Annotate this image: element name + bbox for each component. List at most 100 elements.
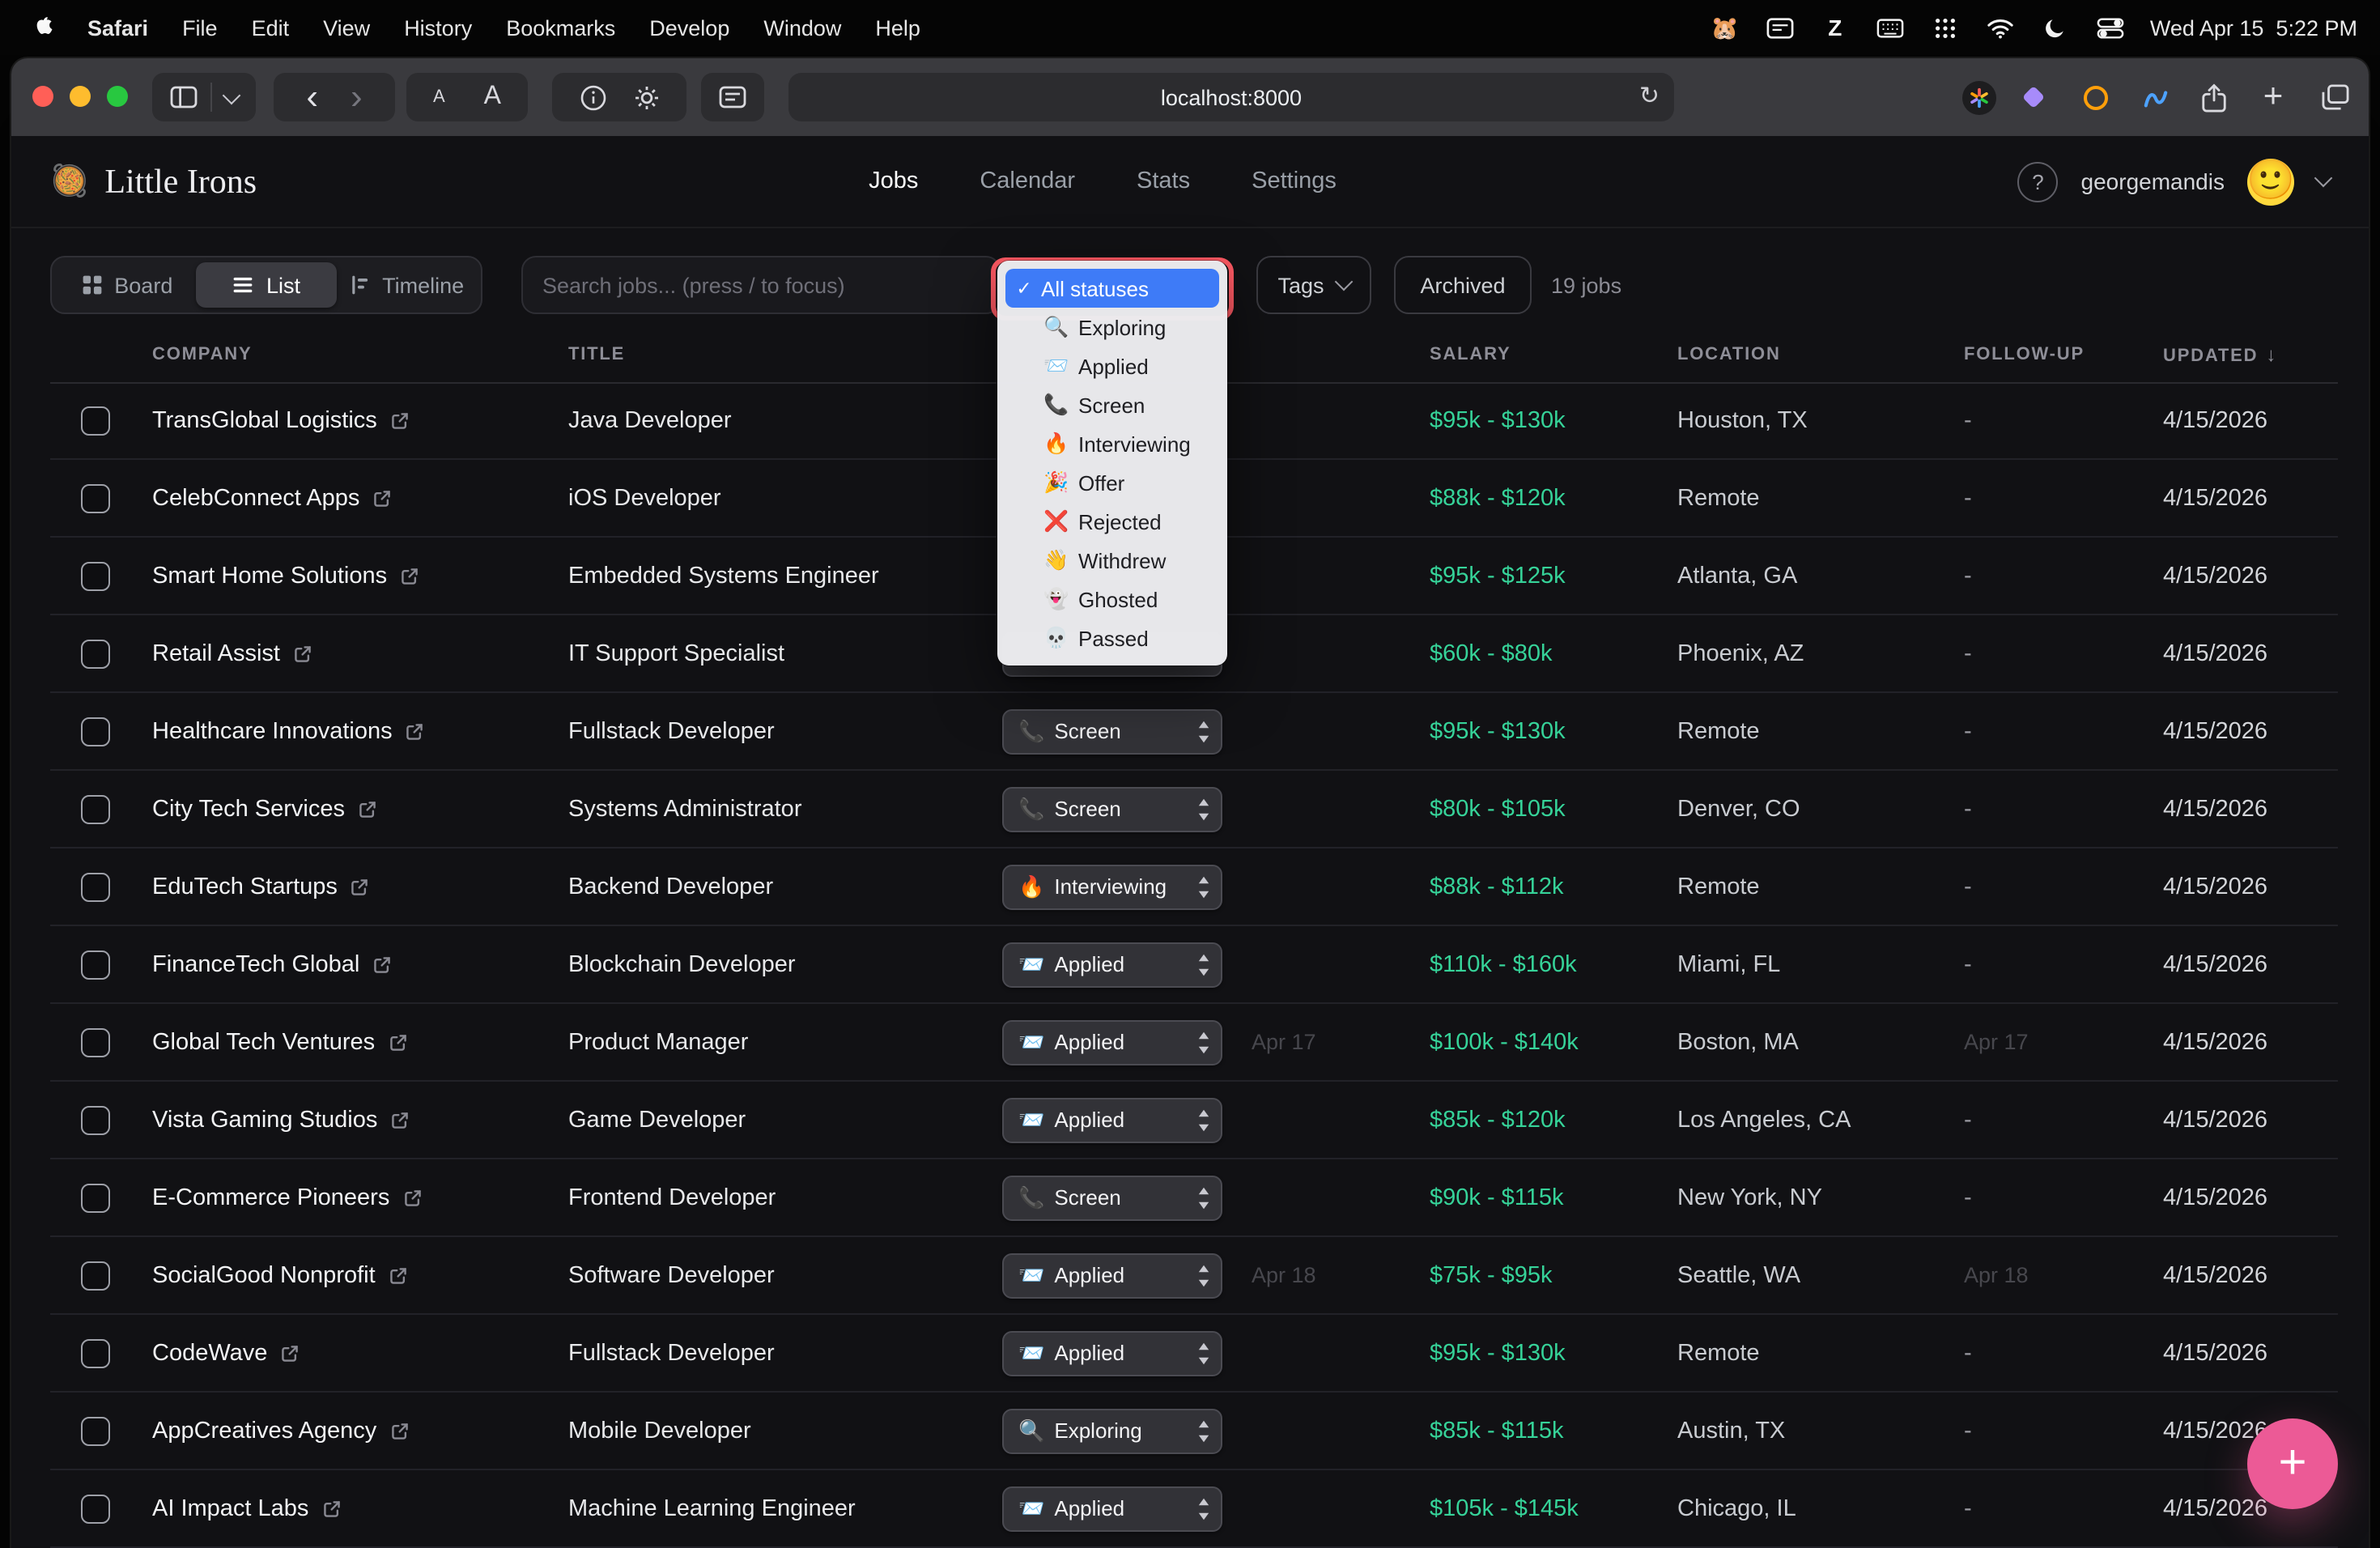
menubar-clock[interactable]: Wed Apr 15 5:22 PM [2150, 15, 2357, 40]
back-button[interactable]: ‹ [290, 79, 334, 115]
row-checkbox[interactable] [81, 639, 110, 668]
external-link-icon[interactable] [321, 1499, 341, 1518]
menubar-item-history[interactable]: History [404, 15, 472, 40]
status-select[interactable]: 📨 Applied [1002, 1486, 1222, 1531]
new-tab-icon[interactable]: + [2254, 78, 2293, 117]
table-row[interactable]: Healthcare Innovations Fullstack Develope… [50, 693, 2338, 771]
settings-gear-icon[interactable] [632, 83, 660, 111]
tags-filter-button[interactable]: Tags [1256, 256, 1371, 314]
focus-moon-icon[interactable] [2040, 13, 2071, 42]
menubar-item-edit[interactable]: Edit [252, 15, 290, 40]
extension-blue-icon[interactable] [2136, 78, 2174, 117]
table-row[interactable]: AI Impact Labs Machine Learning Engineer 📨… [50, 1470, 2338, 1548]
nav-calendar[interactable]: Calendar [980, 168, 1075, 194]
menubar-item-view[interactable]: View [323, 15, 370, 40]
nav-stats[interactable]: Stats [1137, 168, 1190, 194]
larger-text-button[interactable]: A [465, 83, 521, 112]
row-checkbox[interactable] [81, 1494, 110, 1523]
external-link-icon[interactable] [406, 721, 425, 741]
zoom-window-button[interactable] [107, 86, 128, 107]
zoom-menubar-icon[interactable]: Z [1820, 13, 1851, 42]
search-input[interactable]: Search jobs... (press / to focus) [521, 256, 1001, 314]
apple-menu-icon[interactable] [32, 15, 53, 40]
status-option-screen[interactable]: 📞 Screen [1005, 385, 1219, 424]
external-link-icon[interactable] [372, 488, 392, 508]
row-checkbox[interactable] [81, 1338, 110, 1367]
menubar-item-develop[interactable]: Develop [649, 15, 729, 40]
minimize-window-button[interactable] [70, 86, 91, 107]
status-select[interactable]: 📞 Screen [1002, 708, 1222, 754]
row-checkbox[interactable] [81, 717, 110, 746]
menubar-item-bookmarks[interactable]: Bookmarks [506, 15, 615, 40]
row-checkbox[interactable] [81, 561, 110, 590]
external-link-icon[interactable] [400, 566, 419, 585]
status-option-all-statuses[interactable]: ✓ All statuses [1005, 269, 1219, 308]
header-updated[interactable]: Updated ↓ [2163, 343, 2338, 366]
share-icon[interactable] [2194, 78, 2233, 117]
table-row[interactable]: Global Tech Ventures Product Manager 📨 Appl… [50, 1004, 2338, 1082]
status-select[interactable]: 🔍 Exploring [1002, 1408, 1222, 1453]
help-button[interactable]: ? [2017, 161, 2059, 202]
address-bar[interactable]: localhost:8000 ↻ [788, 73, 1674, 121]
archived-button[interactable]: Archived [1394, 256, 1532, 314]
external-link-icon[interactable] [372, 955, 392, 974]
avatar[interactable]: 🙂 [2247, 158, 2294, 205]
external-link-icon[interactable] [293, 644, 312, 663]
status-option-interviewing[interactable]: 🔥 Interviewing [1005, 424, 1219, 463]
tab-overview-icon[interactable] [2315, 78, 2354, 117]
header-salary[interactable]: Salary [1430, 345, 1677, 364]
external-link-icon[interactable] [389, 1265, 408, 1285]
keyboard-icon[interactable] [1875, 13, 1906, 42]
menubar-item-file[interactable]: File [182, 15, 218, 40]
card-icon[interactable] [1765, 13, 1796, 42]
user-menu-chevron-icon[interactable] [2314, 168, 2333, 188]
sidebar-toggle-button[interactable] [152, 73, 256, 121]
table-row[interactable]: FinanceTech Global Blockchain Developer 📨 A… [50, 926, 2338, 1004]
extension-purple-icon[interactable] [2014, 78, 2053, 117]
menubar-item-help[interactable]: Help [875, 15, 920, 40]
external-link-icon[interactable] [402, 1188, 422, 1207]
row-checkbox[interactable] [81, 872, 110, 901]
header-title[interactable]: Title [568, 345, 1002, 364]
row-checkbox[interactable] [81, 1183, 110, 1212]
view-timeline[interactable]: Timeline [336, 262, 476, 308]
row-checkbox[interactable] [81, 950, 110, 979]
status-select[interactable]: 🔥 Interviewing [1002, 864, 1222, 909]
status-option-offer[interactable]: 🎉 Offer [1005, 463, 1219, 502]
header-location[interactable]: Location [1677, 345, 1964, 364]
header-followup[interactable]: Follow-up [1964, 345, 2163, 364]
grid-icon[interactable] [1930, 13, 1961, 42]
status-option-rejected[interactable]: ❌ Rejected [1005, 502, 1219, 541]
nav-settings[interactable]: Settings [1252, 168, 1337, 194]
external-link-icon[interactable] [358, 799, 377, 819]
extension-orange-icon[interactable] [2076, 78, 2114, 117]
row-checkbox[interactable] [81, 1027, 110, 1057]
reload-icon[interactable]: ↻ [1639, 81, 1660, 110]
smaller-text-button[interactable]: A [414, 87, 465, 107]
external-link-icon[interactable] [388, 1032, 407, 1052]
status-option-ghosted[interactable]: 👻 Ghosted [1005, 580, 1219, 619]
row-checkbox[interactable] [81, 1416, 110, 1445]
table-row[interactable]: CodeWave Fullstack Developer 📨 Applied $95k … [50, 1315, 2338, 1393]
view-list[interactable]: List [196, 262, 337, 308]
nav-jobs[interactable]: Jobs [869, 168, 918, 194]
table-row[interactable]: E-Commerce Pioneers Frontend Developer 📞 Sc… [50, 1159, 2338, 1237]
menubar-item-safari[interactable]: Safari [87, 15, 148, 40]
table-row[interactable]: EduTech Startups Backend Developer 🔥 Interv… [50, 848, 2338, 926]
brand[interactable]: 🥘 Little Irons [50, 161, 257, 202]
menubar-item-window[interactable]: Window [763, 15, 841, 40]
status-option-passed[interactable]: 💀 Passed [1005, 619, 1219, 657]
status-select[interactable]: 📨 Applied [1002, 1330, 1222, 1376]
row-checkbox[interactable] [81, 1105, 110, 1134]
row-checkbox[interactable] [81, 794, 110, 823]
status-select[interactable]: 📨 Applied [1002, 942, 1222, 987]
row-checkbox[interactable] [81, 483, 110, 512]
table-row[interactable]: City Tech Services Systems Administrator 📞… [50, 771, 2338, 848]
status-option-exploring[interactable]: 🔍 Exploring [1005, 308, 1219, 347]
external-link-icon[interactable] [280, 1343, 300, 1363]
external-link-icon[interactable] [389, 1421, 409, 1440]
menubar-app-icon[interactable]: 🐹 [1710, 13, 1740, 42]
table-row[interactable]: Vista Gaming Studios Game Developer 📨 Appli… [50, 1082, 2338, 1159]
control-center-icon[interactable] [2095, 13, 2126, 42]
status-option-withdrew[interactable]: 👋 Withdrew [1005, 541, 1219, 580]
